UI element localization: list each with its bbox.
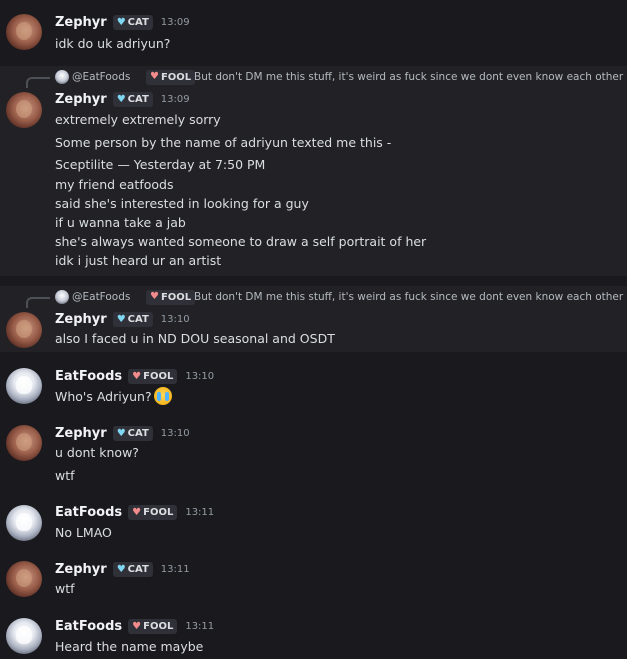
timestamp[interactable]: 13:10 [161, 314, 190, 325]
heart-icon: ♥ [132, 620, 142, 632]
avatar[interactable] [6, 14, 42, 50]
timestamp[interactable]: 13:10 [161, 428, 190, 439]
avatar[interactable] [6, 505, 42, 541]
heart-icon: ♥ [116, 563, 126, 575]
message-text: my friend eatfoods [55, 177, 174, 192]
role-tag[interactable]: ♥ CAT [112, 426, 153, 441]
timestamp[interactable]: 13:10 [185, 371, 214, 382]
timestamp[interactable]: 13:09 [161, 94, 190, 105]
heart-icon: ♥ [132, 370, 142, 382]
message-text: extremely extremely sorry [55, 112, 221, 127]
message-text: if u wanna take a jab [55, 215, 186, 230]
message-text: also I faced u in ND DOU seasonal and OS… [55, 331, 335, 346]
heart-icon: ♥ [116, 93, 126, 105]
message-group: @EatFoods ♥ FOOL But don't DM me this stu… [0, 286, 627, 352]
role-tag[interactable]: ♥ FOOL [128, 369, 178, 384]
message-group: EatFoods ♥ FOOL 13:11 No LMAO [0, 499, 627, 549]
heart-icon: ♥ [116, 16, 126, 28]
username[interactable]: Zephyr [55, 426, 107, 441]
reply-reference[interactable]: @EatFoods ♥ FOOL But don't DM me this stu… [0, 67, 627, 88]
username[interactable]: Zephyr [55, 312, 107, 327]
message-group: Zephyr ♥ CAT 13:10 u dont know? wtf [0, 419, 627, 489]
role-tag: ♥ FOOL [146, 289, 196, 305]
message-text: wtf [55, 468, 75, 483]
message-text: she's always wanted someone to draw a se… [55, 234, 427, 249]
heart-icon: ♥ [132, 506, 142, 518]
message-text: wtf [55, 581, 75, 596]
timestamp[interactable]: 13:11 [185, 507, 214, 518]
role-tag[interactable]: ♥ FOOL [128, 505, 178, 520]
reply-spine [26, 77, 50, 88]
heart-icon: ♥ [116, 427, 126, 439]
avatar[interactable] [6, 368, 42, 404]
heart-icon: ♥ [116, 313, 126, 325]
avatar[interactable] [6, 561, 42, 597]
message-text: Heard the name maybe [55, 639, 204, 654]
reply-text[interactable]: But don't DM me this stuff, it's weird a… [194, 291, 623, 303]
message-text: idk do uk adriyun? [55, 36, 171, 51]
message-text: Some person by the name of adriyun texte… [55, 135, 392, 150]
reply-reference[interactable]: @EatFoods ♥ FOOL But don't DM me this stu… [0, 287, 627, 308]
reply-spine [26, 297, 50, 308]
message-group: EatFoods ♥ FOOL 13:11 Heard the name mayb… [0, 612, 627, 659]
message-group: Zephyr ♥ CAT 13:09 idk do uk adriyun? [0, 8, 627, 58]
loudly-crying-face-icon[interactable] [153, 387, 172, 405]
username[interactable]: Zephyr [55, 562, 107, 577]
avatar[interactable] [6, 618, 42, 654]
avatar[interactable] [6, 425, 42, 461]
message-text: No LMAO [55, 525, 112, 540]
message-text: said she's interested in looking for a g… [55, 196, 309, 211]
role-tag[interactable]: ♥ CAT [112, 15, 153, 30]
heart-icon: ♥ [150, 291, 159, 302]
message-group: EatFoods ♥ FOOL 13:10 Who's Adriyun? [0, 362, 627, 412]
username[interactable]: Zephyr [55, 92, 107, 107]
reply-username[interactable]: @EatFoods [72, 291, 130, 303]
role-tag[interactable]: ♥ FOOL [128, 619, 178, 634]
message-text: Who's Adriyun? [55, 387, 172, 405]
role-tag[interactable]: ♥ CAT [112, 562, 153, 577]
message-text: idk i just heard ur an artist [55, 253, 222, 268]
reply-avatar [55, 290, 69, 304]
timestamp[interactable]: 13:09 [161, 17, 190, 28]
username[interactable]: EatFoods [55, 505, 122, 520]
username[interactable]: EatFoods [55, 619, 122, 634]
reply-text[interactable]: But don't DM me this stuff, it's weird a… [194, 71, 623, 83]
message-text: Sceptilite — Yesterday at 7:50 PM [55, 157, 266, 172]
role-tag[interactable]: ♥ CAT [112, 92, 153, 107]
username[interactable]: EatFoods [55, 369, 122, 384]
reply-username[interactable]: @EatFoods [72, 71, 130, 83]
reply-avatar [55, 70, 69, 84]
avatar[interactable] [6, 312, 42, 348]
message-group: @EatFoods ♥ FOOL But don't DM me this stu… [0, 66, 627, 276]
heart-icon: ♥ [150, 71, 159, 82]
role-tag[interactable]: ♥ CAT [112, 312, 153, 327]
timestamp[interactable]: 13:11 [161, 564, 190, 575]
role-tag: ♥ FOOL [146, 69, 196, 85]
timestamp[interactable]: 13:11 [185, 621, 214, 632]
username[interactable]: Zephyr [55, 15, 107, 30]
avatar[interactable] [6, 92, 42, 128]
message-text: u dont know? [55, 445, 139, 460]
message-group: Zephyr ♥ CAT 13:11 wtf [0, 555, 627, 605]
